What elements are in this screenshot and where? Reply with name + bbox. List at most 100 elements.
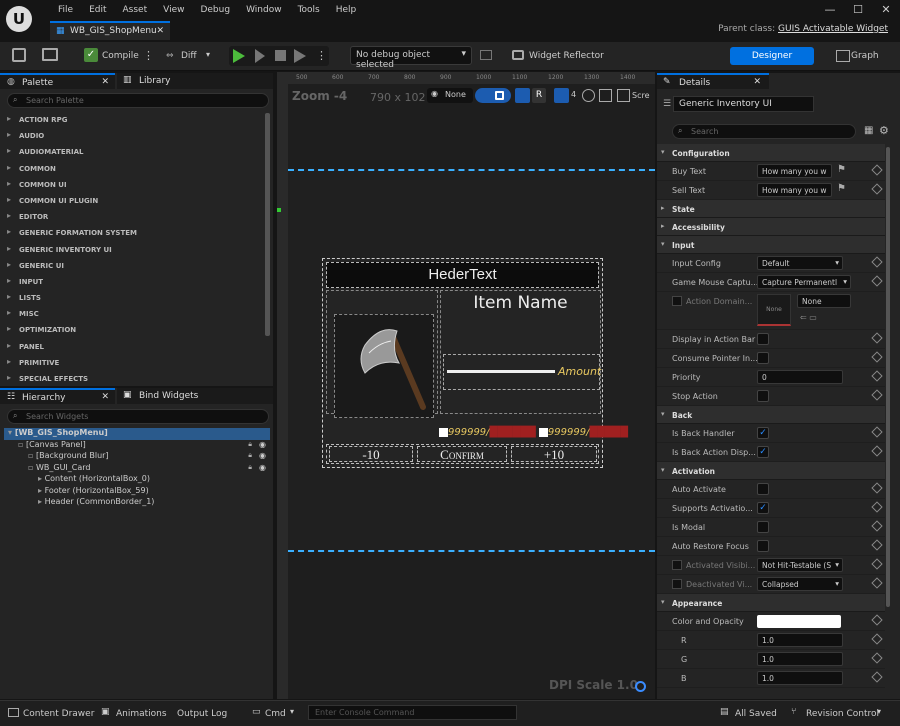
stop-icon[interactable]	[275, 50, 286, 61]
property-checkbox[interactable]	[757, 483, 769, 495]
property-value-field[interactable]: 1.0	[757, 671, 843, 685]
grid-snap-value[interactable]: 4	[571, 90, 576, 99]
edit-condition-checkbox[interactable]	[672, 296, 682, 306]
property-combo[interactable]: Default ▾	[757, 256, 843, 270]
reset-to-default-icon[interactable]	[871, 275, 883, 287]
palette-category[interactable]: PRIMITIVE	[0, 355, 264, 371]
confirm-button[interactable]: Confirm	[417, 446, 507, 462]
property-combo[interactable]: Collapsed ▾	[757, 577, 843, 591]
all-saved-status[interactable]: All Saved	[735, 709, 777, 719]
localize-flag-icon[interactable]: ⚑	[837, 183, 846, 194]
amount-slider[interactable]	[447, 370, 555, 373]
reset-to-default-icon[interactable]	[871, 445, 883, 457]
action-domain-select[interactable]: None	[797, 294, 851, 308]
palette-category[interactable]: EDITOR	[0, 209, 264, 225]
parent-class-link[interactable]: GUIS Activatable Widget	[778, 24, 888, 34]
widget-name-field[interactable]: Generic Inventory UI	[673, 96, 814, 112]
palette-category[interactable]: GENERIC UI	[0, 258, 264, 274]
compile-options-icon[interactable]: ⋮	[143, 49, 154, 62]
amount-slider-box[interactable]: Amount	[443, 354, 601, 390]
reset-to-default-icon[interactable]	[871, 558, 883, 570]
menu-window[interactable]: Window	[238, 3, 290, 17]
hierarchy-search-input[interactable]: ⌕ Search Widgets	[7, 409, 269, 424]
property-combo[interactable]: Capture Permanentl ▾	[757, 275, 851, 289]
palette-category[interactable]: AUDIO	[0, 128, 264, 144]
reset-to-default-icon[interactable]	[871, 332, 883, 344]
reset-to-default-icon[interactable]	[871, 164, 883, 176]
hierarchy-item[interactable]: ▸ Content (HorizontalBox_0)	[4, 474, 270, 486]
screen-label[interactable]: Scre	[632, 91, 650, 100]
asset-tab[interactable]: WB_GIS_ShopMenu ▦ ✕	[50, 21, 170, 40]
section-back[interactable]: Back	[657, 406, 885, 424]
palette-category[interactable]: ACTION RPG	[0, 112, 264, 128]
reset-to-default-icon[interactable]	[871, 671, 883, 683]
browse-icon[interactable]	[42, 48, 58, 61]
property-value-field[interactable]: How many you w	[757, 183, 832, 197]
menu-help[interactable]: Help	[328, 3, 365, 17]
cmd-select[interactable]: Cmd	[265, 709, 286, 719]
reset-to-default-icon[interactable]	[871, 652, 883, 664]
color-swatch[interactable]	[757, 615, 841, 628]
reset-to-default-icon[interactable]	[871, 389, 883, 401]
reset-to-default-icon[interactable]	[871, 577, 883, 589]
table-view-icon[interactable]: ▦	[864, 125, 873, 136]
hierarchy-item[interactable]: ▸ Footer (HorizontalBox_59)	[4, 486, 270, 498]
edit-condition-checkbox[interactable]	[672, 560, 682, 570]
palette-category[interactable]: COMMON	[0, 161, 264, 177]
palette-scrollbar[interactable]	[265, 113, 270, 336]
property-checkbox[interactable]: ✓	[757, 502, 769, 514]
respect-locks-icon[interactable]	[515, 88, 530, 103]
console-input[interactable]: Enter Console Command	[308, 705, 517, 720]
step-icon[interactable]	[255, 49, 265, 63]
section-appearance[interactable]: Appearance	[657, 594, 885, 612]
palette-category[interactable]: AUDIOMATERIAL	[0, 144, 264, 160]
details-scrollbar[interactable]	[886, 147, 890, 607]
hierarchy-item[interactable]: ▫ [Background Blur] 🔒︎ ◉	[4, 451, 270, 463]
reset-to-default-icon[interactable]	[871, 370, 883, 382]
lock-icon[interactable]: 🔒︎	[248, 451, 252, 460]
section-state[interactable]: State	[657, 200, 885, 218]
lock-icon[interactable]: 🔒︎	[248, 440, 252, 449]
palette-close-icon[interactable]: ✕	[101, 77, 109, 87]
palette-category[interactable]: GENERIC INVENTORY UI	[0, 242, 264, 258]
action-domain-thumbnail[interactable]: None	[757, 294, 791, 326]
palette-category[interactable]: COMMON UI	[0, 177, 264, 193]
designer-button[interactable]: Designer	[730, 47, 814, 65]
hierarchy-item[interactable]: ▫ [Canvas Panel] 🔒︎ ◉	[4, 440, 270, 452]
eye-icon[interactable]: ◉	[259, 463, 266, 472]
eye-icon[interactable]: ◉	[259, 440, 266, 449]
use-selected-icon[interactable]: ⇐ ▭	[800, 313, 817, 322]
reset-to-default-icon[interactable]	[871, 256, 883, 268]
minus-ten-button[interactable]: -10	[329, 446, 413, 462]
play-options-icon[interactable]: ⋮	[316, 49, 327, 62]
reset-to-default-icon[interactable]	[871, 539, 883, 551]
property-checkbox[interactable]	[757, 521, 769, 533]
revision-chevron-icon[interactable]: ▾	[877, 707, 881, 716]
property-checkbox[interactable]	[757, 352, 769, 364]
screen-size-select[interactable]: ◉ None	[427, 88, 473, 103]
palette-category[interactable]: LISTS	[0, 290, 264, 306]
palette-category[interactable]: GENERIC FORMATION SYSTEM	[0, 225, 264, 241]
palette-category[interactable]: SPECIAL EFFECTS	[0, 371, 264, 387]
close-icon[interactable]: ✕	[872, 0, 900, 20]
property-checkbox[interactable]	[757, 540, 769, 552]
item-image-slot[interactable]	[326, 290, 438, 418]
dpi-settings-icon[interactable]	[635, 681, 646, 692]
menu-file[interactable]: File	[50, 3, 81, 17]
content-drawer-button[interactable]: Content Drawer	[23, 709, 94, 719]
hierarchy-tab[interactable]: ☷ Hierarchy ✕	[0, 388, 115, 404]
palette-category[interactable]: OPTIMIZATION	[0, 322, 264, 338]
section-activation[interactable]: Activation	[657, 462, 885, 480]
widget-reflector-button[interactable]: Widget Reflector	[529, 51, 604, 61]
graph-button[interactable]: Graph	[851, 51, 879, 61]
palette-search-input[interactable]: ⌕ Search Palette	[7, 93, 269, 108]
edit-condition-checkbox[interactable]	[672, 579, 682, 589]
menu-debug[interactable]: Debug	[192, 3, 238, 17]
property-value-field[interactable]: 1.0	[757, 633, 843, 647]
compile-icon[interactable]: ✓	[84, 48, 98, 62]
hierarchy-item[interactable]: ▫ WB_GUI_Card 🔒︎ ◉	[4, 463, 270, 475]
screen-icon[interactable]	[617, 89, 630, 102]
section-accessibility[interactable]: Accessibility	[657, 218, 885, 236]
section-configuration[interactable]: Configuration	[657, 144, 885, 162]
bind-widgets-tab[interactable]: ▣ Bind Widgets	[117, 388, 273, 404]
